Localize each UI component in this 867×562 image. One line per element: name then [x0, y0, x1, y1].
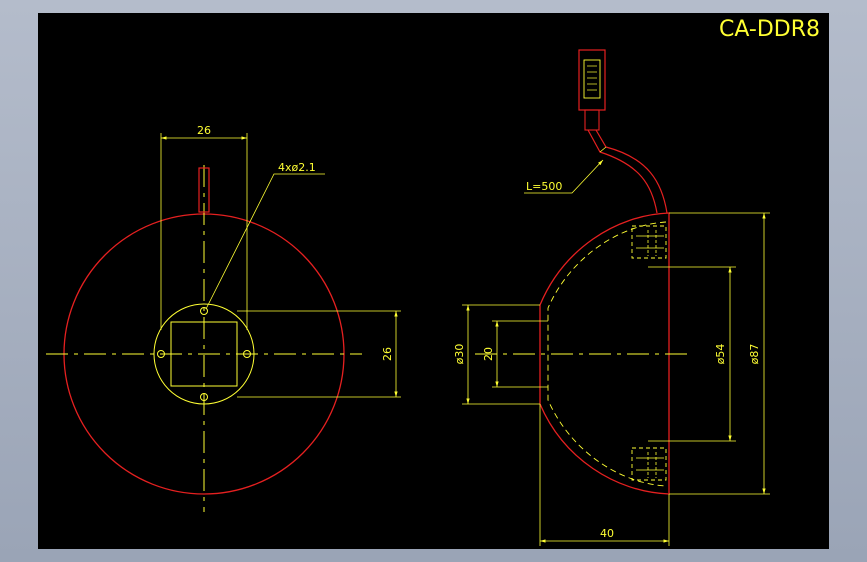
dimension-width-text: 26: [197, 124, 211, 137]
lower-led-connector: [631, 447, 667, 481]
cable-connector-plug: [578, 49, 606, 131]
cad-drawing-canvas: CA-DDR8 26 26 4xø2.1 L=500 ø30 20 ø54 ø8…: [38, 13, 829, 549]
cad-drawing: CA-DDR8 26 26 4xø2.1 L=500 ø30 20 ø54 ø8…: [46, 17, 820, 546]
dimension-d54-text: ø54: [714, 344, 727, 365]
cable-length-text: L=500: [526, 180, 562, 193]
hole-callout-text: 4xø2.1: [278, 161, 316, 174]
side-view: L=500 ø30 20 ø54 ø87 40: [453, 49, 770, 546]
hole-callout-leader: [205, 173, 325, 310]
dimension-d87-text: ø87: [748, 344, 761, 365]
front-view: 26 26 4xø2.1: [46, 124, 401, 512]
dimension-d30-text: ø30: [453, 344, 466, 365]
dimension-20-text: 20: [482, 347, 495, 361]
cable-outline: [587, 129, 658, 214]
drawing-title: CA-DDR8: [719, 17, 820, 42]
upper-led-connector: [631, 225, 667, 259]
cable-outline: [595, 129, 668, 214]
dimension-depth-text: 40: [600, 527, 614, 540]
dimension-height-text: 26: [381, 347, 394, 361]
